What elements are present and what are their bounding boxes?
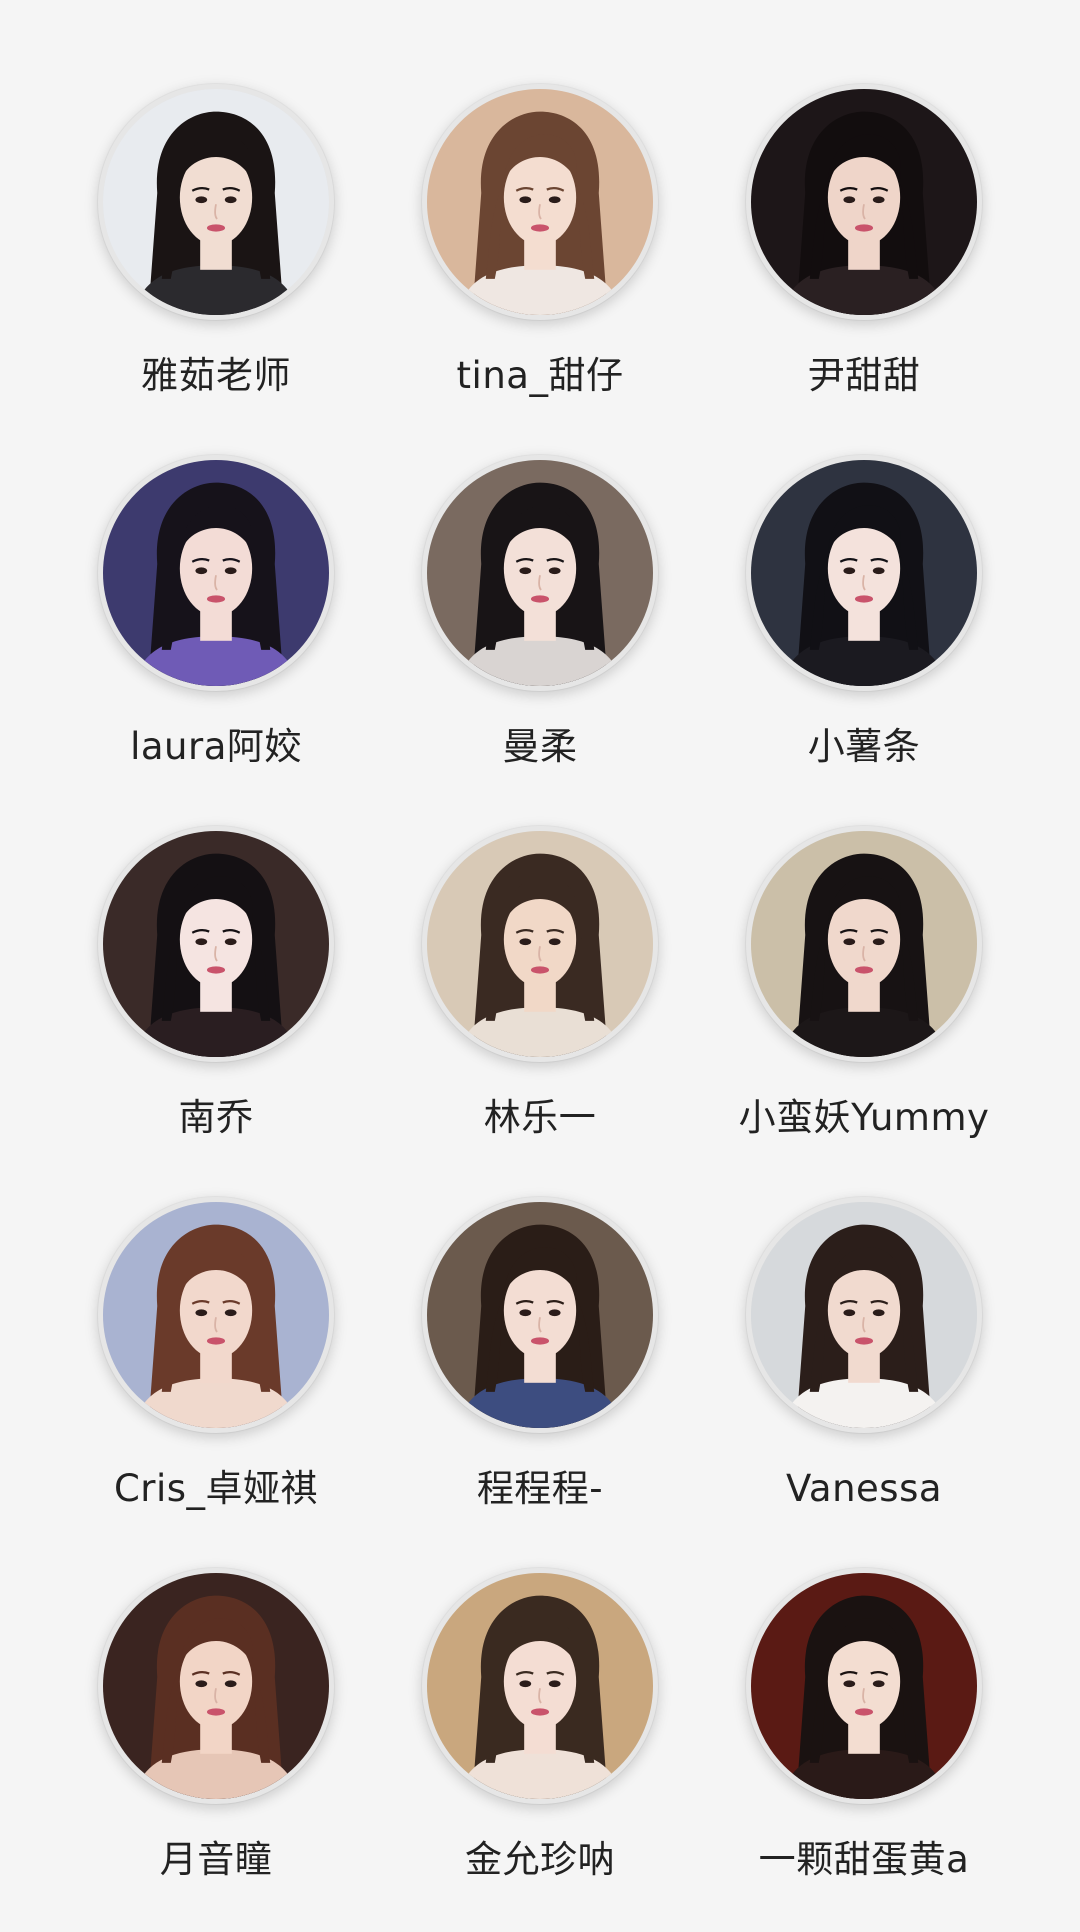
profile-name: 雅茹老师 xyxy=(141,354,291,397)
profile-card[interactable]: 程程程- xyxy=(378,1197,702,1568)
profile-avatar[interactable] xyxy=(422,1568,658,1804)
profile-name: 一颗甜蛋黄a xyxy=(758,1838,970,1881)
portrait-image xyxy=(427,1202,653,1428)
profile-name: 尹甜甜 xyxy=(807,354,921,397)
profile-avatar[interactable] xyxy=(98,1568,334,1804)
profile-avatar[interactable] xyxy=(98,826,334,1062)
portrait-image xyxy=(427,460,653,686)
profile-card[interactable]: laura阿姣 xyxy=(54,455,378,826)
portrait-image xyxy=(751,89,977,315)
profile-avatar[interactable] xyxy=(422,826,658,1062)
portrait-image xyxy=(103,460,329,686)
profile-avatar[interactable] xyxy=(746,1568,982,1804)
profile-name: 金允珍呐 xyxy=(465,1838,615,1881)
profile-avatar[interactable] xyxy=(422,1197,658,1433)
profile-card[interactable]: 月音瞳 xyxy=(54,1568,378,1932)
portrait-image xyxy=(751,460,977,686)
portrait-image xyxy=(103,1573,329,1799)
profile-avatar[interactable] xyxy=(746,84,982,320)
profile-avatar[interactable] xyxy=(98,1197,334,1433)
profile-card[interactable]: 雅茹老师 xyxy=(54,84,378,455)
profile-name: 小蛮妖Yummy xyxy=(738,1096,990,1139)
profile-card[interactable]: 尹甜甜 xyxy=(702,84,1026,455)
profile-name: 程程程- xyxy=(476,1467,604,1510)
portrait-image xyxy=(427,1573,653,1799)
portrait-image xyxy=(751,1202,977,1428)
profile-card[interactable]: 小薯条 xyxy=(702,455,1026,826)
profile-name: 曼柔 xyxy=(502,725,578,768)
profile-card[interactable]: 曼柔 xyxy=(378,455,702,826)
profile-avatar[interactable] xyxy=(422,455,658,691)
profile-name: Cris_卓娅祺 xyxy=(113,1467,319,1510)
portrait-image xyxy=(751,831,977,1057)
profile-card[interactable]: 小蛮妖Yummy xyxy=(702,826,1026,1197)
profile-name: laura阿姣 xyxy=(130,725,302,768)
portrait-image xyxy=(427,831,653,1057)
profile-card[interactable]: Cris_卓娅祺 xyxy=(54,1197,378,1568)
profile-name: 小薯条 xyxy=(807,725,921,768)
profile-card[interactable]: 林乐一 xyxy=(378,826,702,1197)
profile-avatar[interactable] xyxy=(422,84,658,320)
profile-avatar[interactable] xyxy=(746,455,982,691)
profile-grid-page: 雅茹老师 tina_甜仔 尹甜甜 laura阿姣 曼柔 小薯条南乔 林乐一 小蛮妖Yummy C… xyxy=(0,0,1080,1932)
profile-name: Vanessa xyxy=(785,1467,943,1510)
profile-name: tina_甜仔 xyxy=(456,354,624,397)
portrait-image xyxy=(751,1573,977,1799)
profile-avatar[interactable] xyxy=(98,84,334,320)
profile-avatar[interactable] xyxy=(98,455,334,691)
profile-card[interactable]: tina_甜仔 xyxy=(378,84,702,455)
profile-name: 月音瞳 xyxy=(159,1838,273,1881)
profile-card[interactable]: 一颗甜蛋黄a xyxy=(702,1568,1026,1932)
portrait-image xyxy=(103,89,329,315)
profile-avatar[interactable] xyxy=(746,826,982,1062)
profile-card[interactable]: Vanessa xyxy=(702,1197,1026,1568)
portrait-image xyxy=(427,89,653,315)
portrait-image xyxy=(103,1202,329,1428)
profile-grid: 雅茹老师 tina_甜仔 尹甜甜 laura阿姣 曼柔 小薯条南乔 林乐一 小蛮妖Yummy C… xyxy=(0,0,1080,1932)
profile-avatar[interactable] xyxy=(746,1197,982,1433)
portrait-image xyxy=(103,831,329,1057)
profile-card[interactable]: 南乔 xyxy=(54,826,378,1197)
profile-card[interactable]: 金允珍呐 xyxy=(378,1568,702,1932)
profile-name: 南乔 xyxy=(178,1096,254,1139)
profile-name: 林乐一 xyxy=(483,1096,597,1139)
